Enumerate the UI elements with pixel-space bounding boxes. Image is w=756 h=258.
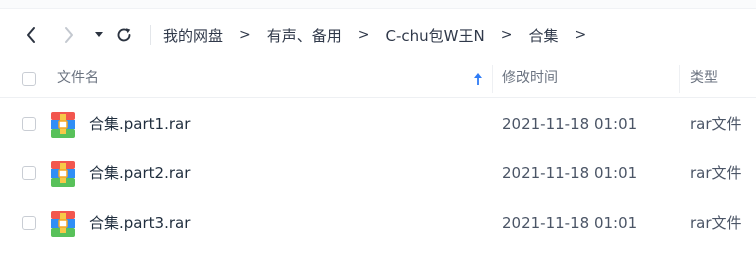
file-modified: 2021-11-18 01:01 — [502, 115, 638, 133]
file-row[interactable]: 合集.part3.rar 2021-11-18 01:01 rar文件 — [0, 198, 756, 248]
toolbar-divider — [150, 25, 151, 45]
breadcrumb-separator: > — [500, 27, 513, 43]
breadcrumb-item-current[interactable]: 合集 — [528, 25, 558, 46]
select-all-checkbox[interactable] — [22, 72, 36, 86]
row-checkbox[interactable] — [22, 117, 36, 131]
file-row[interactable]: 合集.part2.rar 2021-11-18 01:01 rar文件 — [0, 148, 756, 198]
file-modified: 2021-11-18 01:01 — [502, 214, 638, 232]
file-type: rar文件 — [690, 115, 742, 133]
breadcrumb: 我的网盘 > 有声、备用 > C-chu包W王N > 合集 > — [163, 14, 602, 56]
file-type: rar文件 — [690, 164, 742, 182]
refresh-button[interactable] — [111, 22, 137, 48]
history-dropdown-button[interactable] — [86, 22, 112, 48]
file-name[interactable]: 合集.part1.rar — [89, 99, 190, 149]
file-row[interactable]: 合集.part1.rar 2021-11-18 01:01 rar文件 — [0, 99, 756, 149]
column-header-type[interactable]: 类型 — [690, 61, 718, 97]
toolbar: 我的网盘 > 有声、备用 > C-chu包W王N > 合集 > — [0, 14, 756, 56]
breadcrumb-separator: > — [239, 27, 251, 43]
back-button[interactable] — [18, 22, 44, 48]
top-edge — [0, 0, 756, 9]
file-name[interactable]: 合集.part2.rar — [89, 148, 190, 198]
breadcrumb-separator[interactable]: > — [574, 27, 586, 43]
row-checkbox[interactable] — [22, 216, 36, 230]
row-checkbox[interactable] — [22, 166, 36, 180]
rar-archive-icon — [51, 161, 75, 187]
column-header-row: 文件名 修改时间 类型 — [0, 61, 756, 98]
column-divider[interactable] — [679, 65, 680, 93]
breadcrumb-item-folder[interactable]: C-chu包W王N — [386, 25, 485, 46]
rar-archive-icon — [51, 211, 75, 237]
caret-down-icon — [95, 32, 103, 37]
file-name[interactable]: 合集.part3.rar — [89, 198, 190, 248]
forward-button[interactable] — [56, 22, 82, 48]
chevron-left-icon — [27, 27, 35, 43]
column-divider[interactable] — [492, 65, 493, 93]
breadcrumb-item-audio[interactable]: 有声、备用 — [267, 25, 342, 46]
breadcrumb-item-root[interactable]: 我的网盘 — [163, 25, 223, 46]
file-browser-window: 我的网盘 > 有声、备用 > C-chu包W王N > 合集 > 文件名 修改时间… — [0, 0, 756, 258]
breadcrumb-separator: > — [357, 27, 370, 43]
file-modified: 2021-11-18 01:01 — [502, 164, 638, 182]
chevron-right-icon — [65, 27, 73, 43]
column-header-name[interactable]: 文件名 — [57, 61, 99, 97]
file-type: rar文件 — [690, 214, 742, 232]
sort-up-icon[interactable] — [472, 72, 484, 86]
column-header-modified[interactable]: 修改时间 — [502, 61, 558, 97]
refresh-icon — [117, 28, 131, 42]
rar-archive-icon — [51, 112, 75, 138]
